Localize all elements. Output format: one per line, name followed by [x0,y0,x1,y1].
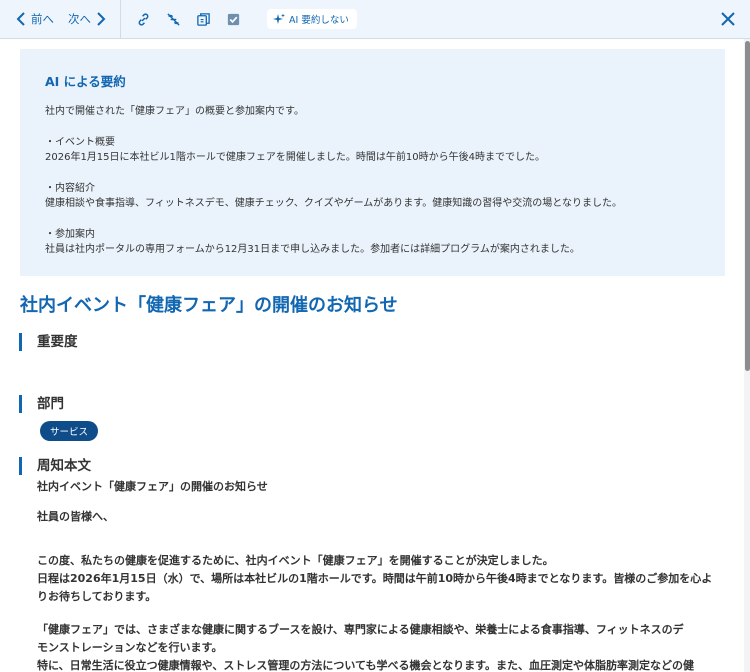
body-greeting: 社員の皆様へ、 [37,508,114,526]
unlink-button[interactable] [165,11,181,27]
greeting-text: 社員の皆様へ、 [37,510,114,523]
paragraph-line: りお待ちしております。 [37,590,157,603]
body-paragraph-1: この度、私たちの健康を促進するために、社内イベント「健康フェア」を開催することが… [37,552,712,606]
chevron-right-icon [97,12,106,26]
department-tag: サービス [40,421,99,441]
paragraph-line: 特に、日常生活に役立つ健康情報や、ストレス管理の方法についても学べる機会となりま… [37,659,695,672]
paragraph-line: 「健康フェア」では、さまざまな健康に関するブースを設け、専門家による健康相談や、… [37,623,684,636]
section-department: 部門 [19,395,64,413]
ai-summary-heading-overview: ・イベント概要 [45,137,115,148]
detail-content: AI による要約 社内で開催された「健康フェア」の概要と参加案内です。 ・イベン… [0,39,744,672]
ai-summary-title: AI による要約 [45,74,126,89]
ai-summary-toggle[interactable]: AI 要約しない [267,9,357,29]
unlink-icon [166,12,180,26]
check-button[interactable] [225,11,241,27]
section-body: 周知本文 [19,457,91,475]
ai-summary-label: AI 要約しない [289,15,349,26]
prev-label: 前へ [31,12,54,26]
paragraph-line: モンストレーションなどを行います。 [37,641,223,654]
toolbar: 前へ 次へ AI 要約しない [0,0,750,39]
next-label: 次へ [68,12,91,26]
scrollbar-thumb[interactable] [745,41,750,371]
paragraph-line: この度、私たちの健康を促進するために、社内イベント「健康フェア」を開催することが… [37,554,554,567]
nav-group: 前へ 次へ [0,0,120,38]
chevron-left-icon [16,12,25,26]
ai-summary-text-content: 健康相談や食事指導、フィットネスデモ、健康チェック、クイズやゲームがあります。健… [45,198,622,209]
ai-summary-text-overview: 2026年1月15日に本社ビル1階ホールで健康フェアを開催しました。時間は午前1… [45,152,545,163]
prev-button[interactable]: 前へ [16,11,54,27]
next-button[interactable]: 次へ [68,11,106,27]
close-icon [721,12,735,26]
copy-button[interactable] [195,11,211,27]
copy-icon [196,12,210,26]
ai-summary-heading-content: ・内容紹介 [45,183,95,194]
link-button[interactable] [135,11,151,27]
close-button[interactable] [720,11,736,27]
body-paragraph-2: 「健康フェア」では、さまざまな健康に関するブースを設け、専門家による健康相談や、… [37,621,694,672]
toolbar-divider [120,0,121,39]
ai-summary-panel: AI による要約 社内で開催された「健康フェア」の概要と参加案内です。 ・イベン… [20,49,725,276]
page-title: 社内イベント「健康フェア」の開催のお知らせ [20,295,398,316]
section-importance: 重要度 [19,333,78,351]
checkbox-icon [227,13,239,25]
ai-summary-heading-participation: ・参加案内 [45,229,95,240]
body-title: 社内イベント「健康フェア」の開催のお知らせ [37,478,268,496]
link-icon [138,12,148,26]
ai-summary-text-participation: 社員は社内ポータルの専用フォームから12月31日まで申し込みました。参加者には詳… [45,244,580,255]
body-title-text: 社内イベント「健康フェア」の開催のお知らせ [37,480,268,493]
ai-summary-intro: 社内で開催された「健康フェア」の概要と参加案内です。 [45,106,304,117]
paragraph-line: 日程は2026年1月15日（水）で、場所は本社ビルの1階ホールです。時間は午前1… [37,572,713,585]
sparkle-icon [273,13,285,24]
